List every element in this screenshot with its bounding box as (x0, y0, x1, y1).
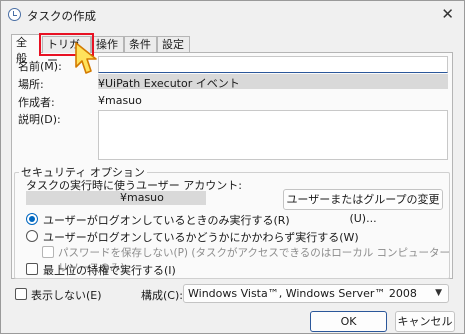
create-task-dialog: タスクの作成 ✕ 全般 トリガー 操作 条件 設定 名前(M): 場所: ¥Ui… (0, 0, 465, 334)
radio-whether-logged-on-label[interactable]: ユーザーがログオンしているかどうかにかかわらず実行する(W) (43, 229, 359, 245)
ok-button[interactable]: OK (310, 311, 387, 332)
no-store-password-checkbox (42, 246, 54, 258)
location-value: ¥UiPath Executor イベント (98, 77, 240, 90)
configure-label: 構成(C): (141, 289, 183, 302)
description-input[interactable] (98, 110, 448, 160)
close-icon[interactable]: ✕ (441, 5, 454, 23)
tab-settings[interactable]: 設定 (157, 36, 190, 53)
account-value: ¥masuo (120, 191, 164, 204)
chevron-down-icon: ▼ (435, 288, 442, 298)
change-user-button[interactable]: ユーザーまたはグループの変更(U)... (283, 189, 443, 225)
highest-privileges-checkbox[interactable] (26, 263, 38, 275)
name-input[interactable] (98, 56, 448, 73)
hidden-checkbox[interactable] (15, 288, 27, 300)
tab-conditions[interactable]: 条件 (124, 36, 157, 53)
hidden-label[interactable]: 表示しない(E) (31, 287, 102, 303)
window-title: タスクの作成 (27, 9, 96, 23)
task-clock-icon (8, 8, 21, 21)
configure-select[interactable]: Windows Vista™, Windows Server™ 2008 ▼ (183, 284, 449, 303)
account-field (26, 191, 206, 205)
description-label: 説明(D): (18, 113, 61, 126)
title-bar: タスクの作成 ✕ (1, 1, 464, 28)
author-label: 作成者: (18, 96, 55, 109)
configure-value: Windows Vista™, Windows Server™ 2008 (188, 287, 417, 300)
general-tab-panel: 名前(M): 場所: ¥UiPath Executor イベント 作成者: ¥m… (11, 52, 453, 279)
radio-logged-on-only[interactable] (26, 213, 38, 225)
hand-pointer-cursor-icon (75, 42, 97, 74)
radio-whether-logged-on[interactable] (26, 230, 38, 242)
tab-general[interactable]: 全般 (11, 34, 41, 65)
cancel-button[interactable]: キャンセル (395, 311, 455, 332)
author-value: ¥masuo (98, 94, 142, 107)
highest-privileges-label[interactable]: 最上位の特権で実行する(I) (43, 262, 176, 278)
radio-logged-on-only-label[interactable]: ユーザーがログオンしているときのみ実行する(R) (43, 212, 290, 228)
location-label: 場所: (18, 78, 44, 91)
